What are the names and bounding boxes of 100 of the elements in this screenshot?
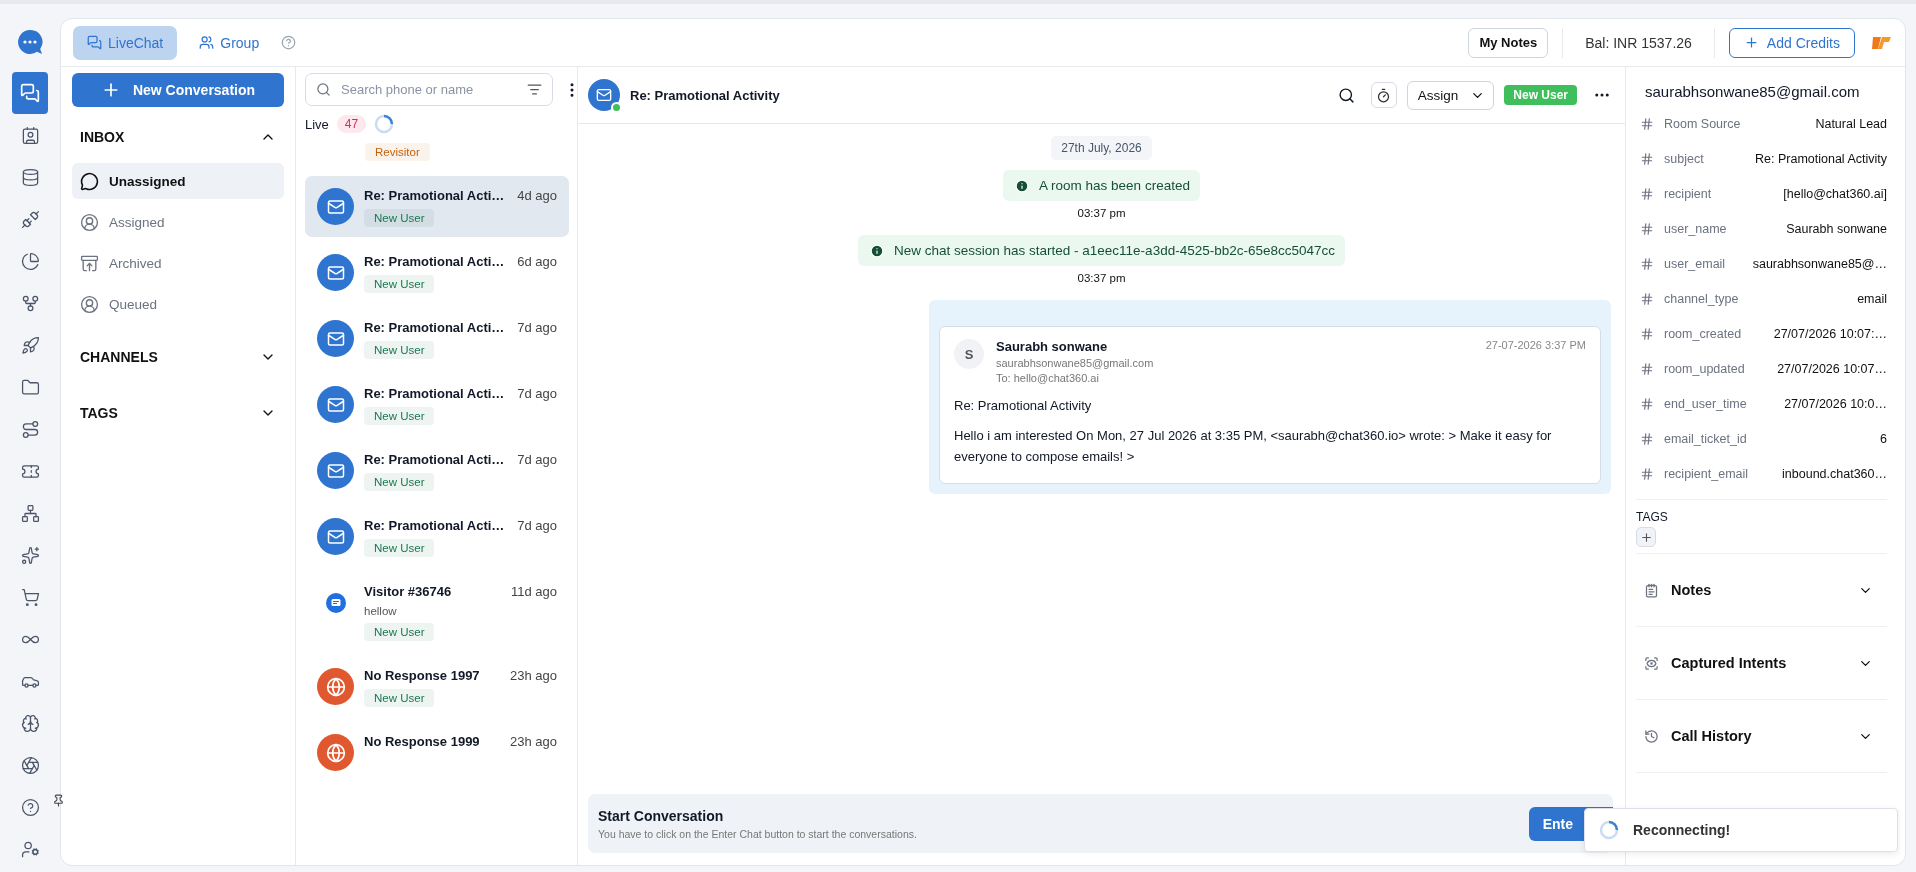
conversation-time: 4d ago	[517, 188, 557, 203]
conversation-time: 7d ago	[517, 386, 557, 401]
user-tag: New User	[364, 341, 435, 359]
user-tag: New User	[364, 689, 435, 707]
hash-icon	[1640, 466, 1654, 481]
plus-icon	[1639, 530, 1653, 544]
email-timestamp: 27-07-2026 3:37 PM	[1485, 339, 1586, 351]
field-value: 27/07/2026 10:07:…	[1773, 326, 1887, 341]
database-icon[interactable]	[20, 167, 40, 187]
route-icon[interactable]	[20, 419, 40, 439]
rocket-icon[interactable]	[20, 335, 40, 355]
section-header[interactable]: INBOX	[72, 111, 284, 163]
filter-icon[interactable]	[527, 82, 542, 97]
assign-dropdown[interactable]: Assign	[1406, 80, 1495, 110]
brain-icon[interactable]	[20, 713, 40, 733]
globe-icon	[325, 676, 346, 697]
inbox-item[interactable]: Queued	[72, 286, 284, 322]
livechat-nav-button[interactable]	[12, 72, 48, 114]
hash-icon	[1640, 151, 1654, 166]
field-label: room_updated	[1664, 361, 1745, 376]
globe-icon	[325, 742, 346, 763]
conversation-title: Visitor #36746	[364, 584, 452, 599]
conversation-item[interactable]: Re: Pramotional Acti… 4d ago New User	[305, 176, 569, 237]
network-icon[interactable]	[20, 503, 40, 523]
email-subject: Re: Pramotional Activity	[954, 398, 1093, 413]
pin-icon[interactable]	[52, 794, 65, 807]
user-tag: New User	[364, 539, 435, 557]
conversation-title: No Response 1999	[364, 734, 480, 749]
hash-icon	[1640, 396, 1654, 411]
inbox-item[interactable]: Archived	[72, 245, 284, 281]
conversation-time: 7d ago	[517, 320, 557, 335]
user-circle-icon	[80, 294, 99, 314]
new-conversation-button[interactable]: New Conversation	[72, 73, 284, 107]
hash-icon	[1640, 116, 1654, 131]
mail-icon	[326, 527, 345, 546]
chat-icon	[20, 83, 40, 103]
sender-email: saurabhsonwane85@gmail.com	[996, 357, 1154, 369]
aperture-icon[interactable]	[20, 755, 40, 775]
section-header[interactable]: CHANNELS	[72, 331, 284, 383]
email-body: Hello i am interested On Mon, 27 Jul 2026 at 3:35 PM, <saurabh@chat360.io> wrote: > Make it easy for everyone to compose emails! >	[954, 427, 1553, 466]
plug-icon[interactable]	[20, 209, 40, 229]
folder-icon[interactable]	[20, 377, 40, 397]
toast-text: Reconnecting!	[1633, 822, 1731, 838]
pie-chart-icon[interactable]	[20, 251, 40, 271]
field-label: room_created	[1664, 326, 1742, 341]
users-icon	[199, 35, 215, 50]
info-icon	[1015, 178, 1030, 193]
timer-icon	[1376, 87, 1392, 103]
user-settings-icon[interactable]	[20, 839, 40, 859]
conversation-time: 11d ago	[510, 584, 557, 599]
hash-icon	[1640, 291, 1654, 306]
inbox-item[interactable]: Assigned	[72, 204, 284, 240]
conversation-item[interactable]: Revisitor	[305, 142, 569, 168]
search-icon[interactable]	[1337, 86, 1355, 104]
my-notes-button[interactable]: My Notes	[1468, 27, 1549, 58]
conversation-time: 7d ago	[517, 452, 557, 467]
help-icon[interactable]	[20, 797, 40, 817]
conversation-time: 23h ago	[510, 734, 557, 749]
field-label: end_user_time	[1664, 396, 1747, 411]
flow-icon[interactable]	[20, 293, 40, 313]
user-tag: Revisitor	[365, 143, 430, 161]
hash-icon	[1640, 256, 1654, 271]
hash-icon	[1640, 326, 1654, 341]
inbox-item[interactable]: Unassigned	[72, 163, 284, 199]
collapsible-section[interactable]: Captured Intents	[1636, 627, 1887, 700]
hash-icon	[1640, 431, 1654, 446]
cart-icon[interactable]	[20, 587, 40, 607]
conversation-time: 23h ago	[510, 668, 557, 683]
user-tag: New User	[364, 623, 435, 641]
hash-icon	[1640, 221, 1654, 236]
collapsible-section[interactable]: Call History	[1636, 700, 1887, 773]
field-label: user_name	[1664, 221, 1727, 236]
contacts-icon[interactable]	[20, 125, 40, 145]
add-tag-button[interactable]	[1636, 527, 1656, 547]
info-icon	[870, 243, 884, 258]
scan-icon	[1644, 655, 1659, 671]
date-chip: 27th July, 2026	[1051, 136, 1152, 160]
field-value: saurabhsonwane85@…	[1752, 256, 1887, 271]
plus-icon	[1743, 35, 1759, 50]
search-field[interactable]: Search phone or name	[305, 73, 553, 106]
system-message-text: A room has been created	[1039, 178, 1190, 193]
field-value: Natural Lead	[1815, 116, 1887, 131]
mail-icon	[326, 263, 345, 282]
user-tag: New User	[1504, 85, 1577, 105]
conversation-time: 7d ago	[517, 518, 557, 533]
timer-button[interactable]	[1370, 82, 1397, 108]
top-tab[interactable]: Group	[185, 25, 274, 60]
tags-label: TAGS	[1636, 510, 1669, 524]
search-input[interactable]: Search phone or name	[339, 74, 519, 105]
conversation-title: Re: Pramotional Acti…	[364, 188, 505, 203]
recipient-text: To: hello@chat360.ai	[996, 372, 1100, 384]
sparkles-icon[interactable]	[20, 545, 40, 565]
field-label: recipient_email	[1664, 466, 1749, 481]
collapsible-section[interactable]: Notes	[1636, 554, 1887, 627]
section-header[interactable]: TAGS	[72, 387, 284, 439]
field-label: email_ticket_id	[1664, 431, 1747, 446]
balance-text: Bal: INR 1537.26	[1562, 27, 1715, 58]
conversation-title: Re: Pramotional Acti…	[364, 386, 505, 401]
add-credits-button[interactable]: Add Credits	[1728, 27, 1855, 58]
spinner-icon	[1599, 820, 1619, 840]
